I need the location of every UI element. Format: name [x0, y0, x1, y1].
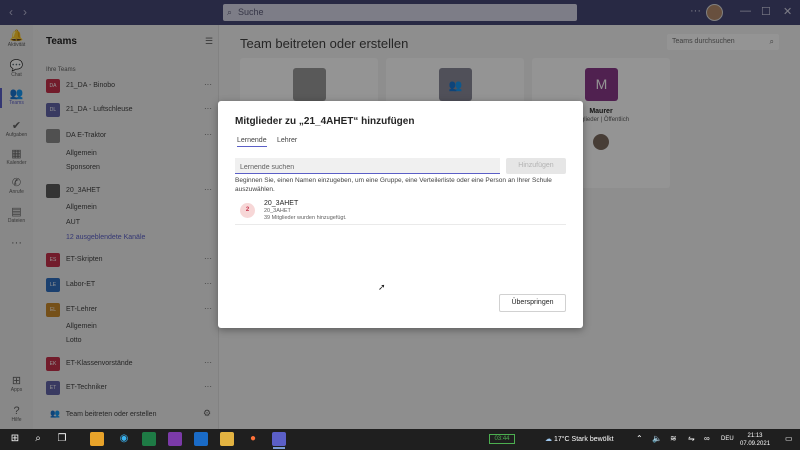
group-name: 20_3AHET — [264, 200, 299, 207]
dialog-title: Mitglieder zu „21_4AHET“ hinzufügen — [235, 116, 415, 127]
file-explorer-icon[interactable] — [220, 432, 234, 446]
firefox-icon[interactable]: ● — [246, 432, 260, 446]
chevron-up-icon[interactable]: ⌃ — [636, 434, 643, 443]
added-group-row: 2 20_3AHET 20_3AHET 39 Mitglieder wurden… — [235, 200, 566, 225]
onenote-icon[interactable] — [168, 432, 182, 446]
search-icon[interactable]: ⌕ — [31, 432, 45, 446]
group-message: 39 Mitglieder wurden hinzugefügt. — [264, 215, 347, 221]
store-icon[interactable] — [90, 432, 104, 446]
cloud-icon: ☁ — [545, 436, 552, 443]
skip-button[interactable]: Überspringen — [499, 294, 566, 312]
weather-widget[interactable]: ☁ 17°C Stark bewölkt — [545, 435, 614, 443]
teams-app-icon[interactable] — [272, 432, 286, 449]
network-icon[interactable]: ⇋ — [688, 434, 695, 443]
clock-date: 07.09.2021 — [740, 441, 771, 447]
windows-start-icon[interactable]: ⊞ — [8, 432, 22, 446]
dialog-hint: Beginnen Sie, einen Namen einzugeben, um… — [235, 177, 552, 193]
add-button[interactable]: Hinzufügen — [506, 158, 566, 174]
notification-icon[interactable]: ▭ — [785, 434, 793, 443]
tab-learners[interactable]: Lernende — [237, 137, 267, 147]
excel-icon[interactable] — [142, 432, 156, 446]
tab-teachers[interactable]: Lehrer — [277, 137, 297, 144]
learner-search-input[interactable] — [235, 158, 500, 174]
battery-indicator[interactable]: 03:44 — [489, 434, 515, 444]
outlook-icon[interactable] — [194, 432, 208, 446]
group-badge: 2 — [240, 203, 255, 218]
mouse-cursor-icon: ➚ — [378, 282, 386, 292]
task-view-icon[interactable]: ❐ — [55, 432, 69, 446]
volume-icon[interactable]: 🔈 — [652, 434, 662, 443]
wifi-icon[interactable]: ≋ — [670, 434, 677, 443]
edge-icon[interactable]: ◉ — [117, 432, 131, 446]
group-sub: 20_3AHET — [264, 208, 291, 214]
windows-taskbar: ⊞ ⌕ ❐ ◉ ● 03:44 ☁ 17°C Stark bewölkt ⌃ 🔈… — [0, 429, 800, 450]
link-icon[interactable]: ∞ — [704, 434, 710, 443]
language-indicator[interactable]: DEU — [721, 436, 734, 442]
clock[interactable]: 21:13 07.09.2021 — [740, 432, 770, 448]
add-members-dialog: Mitglieder zu „21_4AHET“ hinzufügen Lern… — [218, 101, 583, 328]
weather-text: 17°C Stark bewölkt — [553, 436, 614, 443]
clock-time: 21:13 — [747, 433, 763, 439]
